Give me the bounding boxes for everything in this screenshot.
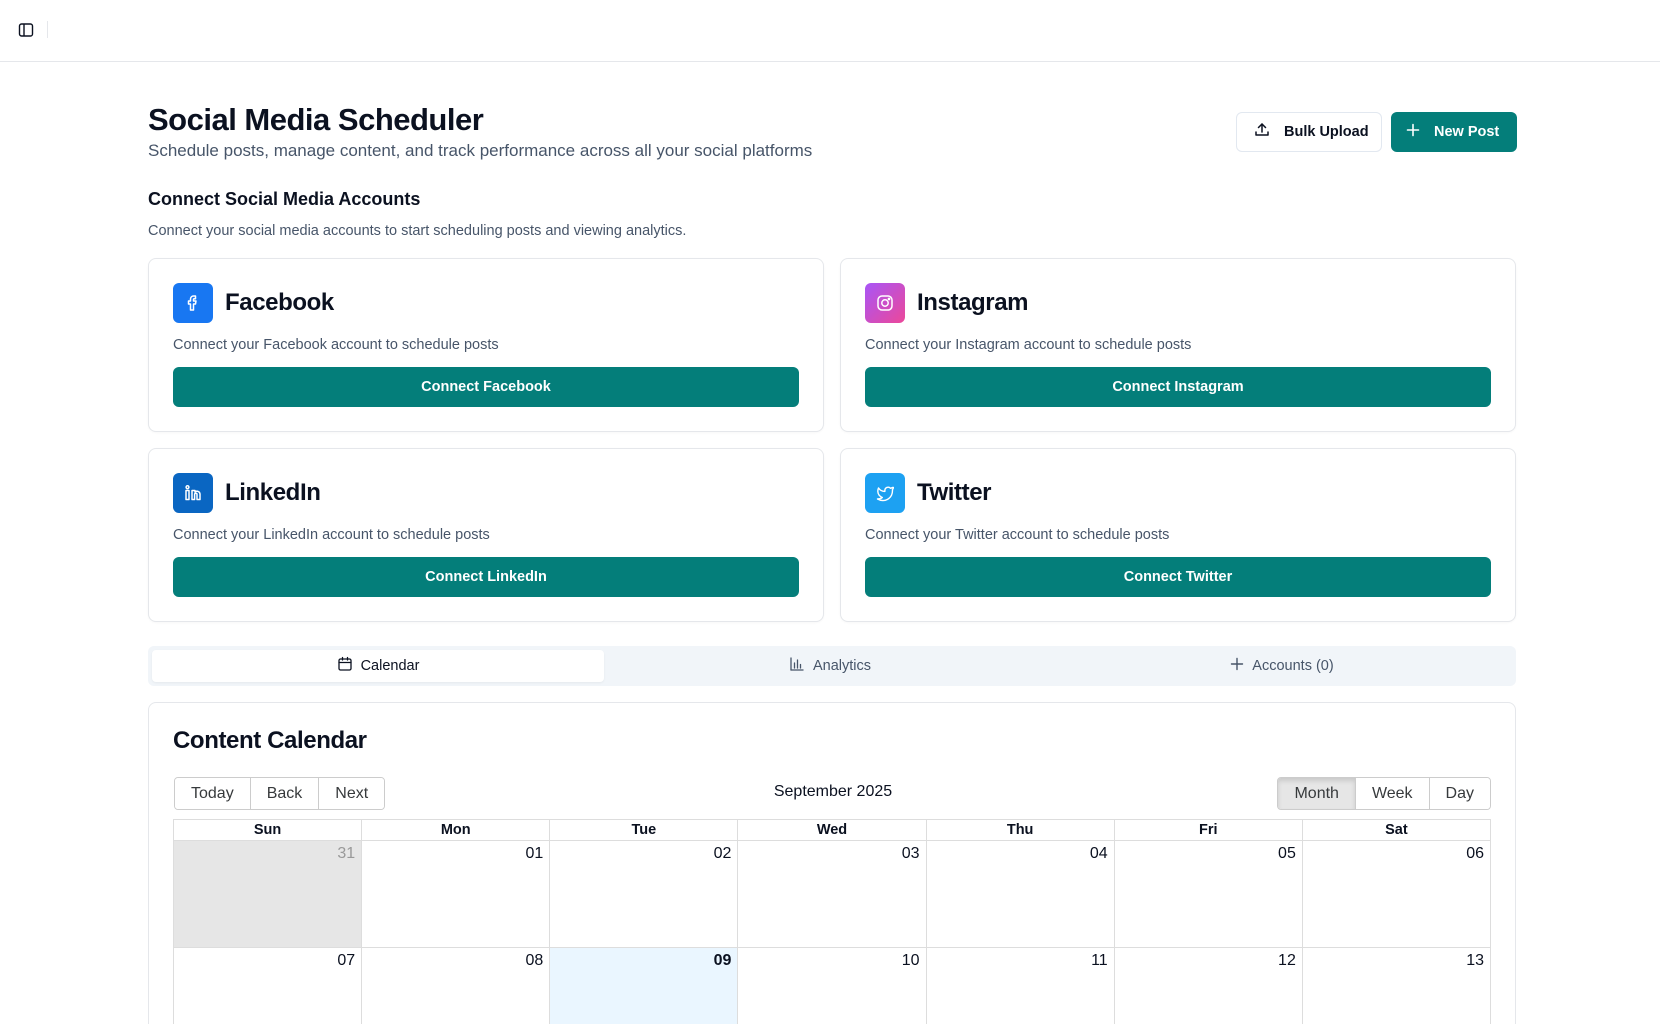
month-view-button[interactable]: Month — [1278, 778, 1356, 809]
day-number[interactable]: 06 — [1466, 845, 1484, 863]
day-number[interactable]: 13 — [1466, 952, 1484, 970]
connect-section-title: Connect Social Media Accounts — [148, 189, 421, 209]
tab-analytics[interactable]: Analytics — [604, 650, 1056, 682]
day-view-button[interactable]: Day — [1429, 778, 1490, 809]
connect-facebook-button[interactable]: Connect Facebook — [173, 367, 799, 407]
calendar-day-cell[interactable]: 06 — [1303, 841, 1490, 947]
weekday-header: Sun — [174, 820, 363, 841]
weekday-header: Thu — [926, 820, 1115, 841]
back-button[interactable]: Back — [250, 778, 320, 809]
connect-twitter-button[interactable]: Connect Twitter — [865, 557, 1491, 597]
calendar-day-cell[interactable]: 02 — [550, 841, 739, 947]
view-tabs: Calendar Analytics Accounts (0) — [148, 646, 1516, 686]
bar-chart-icon — [789, 656, 805, 676]
day-number[interactable]: 31 — [337, 845, 355, 863]
week-view-button[interactable]: Week — [1355, 778, 1430, 809]
day-number[interactable]: 01 — [525, 845, 543, 863]
calendar-day-cell[interactable]: 01 — [362, 841, 551, 947]
content-calendar-card: Content Calendar September 2025 Today Ba… — [148, 702, 1516, 1024]
platform-name: Facebook — [225, 289, 334, 316]
day-number[interactable]: 11 — [1091, 952, 1108, 970]
day-number[interactable]: 12 — [1278, 952, 1296, 970]
today-button[interactable]: Today — [175, 778, 251, 809]
calendar-day-cell[interactable]: 13 — [1303, 948, 1490, 1024]
calendar-day-cell[interactable]: 10 — [738, 948, 927, 1024]
day-number[interactable]: 02 — [714, 845, 732, 863]
weekday-header-row: Sun Mon Tue Wed Thu Fri Sat — [174, 820, 1490, 841]
connect-instagram-button[interactable]: Connect Instagram — [865, 367, 1491, 407]
calendar-icon — [337, 656, 353, 676]
new-post-label: New Post — [1434, 124, 1500, 140]
new-post-button[interactable]: New Post — [1391, 112, 1517, 152]
day-number[interactable]: 05 — [1278, 845, 1296, 863]
connect-section-description: Connect your social media accounts to st… — [148, 223, 687, 239]
facebook-icon — [173, 283, 213, 323]
instagram-card: Instagram Connect your Instagram account… — [840, 258, 1516, 432]
day-number[interactable]: 07 — [337, 952, 355, 970]
weekday-header: Fri — [1114, 820, 1303, 841]
tab-calendar[interactable]: Calendar — [152, 650, 604, 682]
page-subtitle: Schedule posts, manage content, and trac… — [148, 141, 813, 160]
twitter-icon — [865, 473, 905, 513]
linkedin-card: LinkedIn Connect your LinkedIn account t… — [148, 448, 824, 622]
calendar-week-row: 31 01 02 03 04 05 06 — [174, 841, 1490, 948]
platform-name: Instagram — [917, 289, 1029, 316]
bulk-upload-label: Bulk Upload — [1284, 124, 1369, 140]
day-number[interactable]: 09 — [714, 952, 732, 970]
platform-description: Connect your Twitter account to schedule… — [865, 527, 1170, 543]
day-number[interactable]: 08 — [525, 952, 543, 970]
upload-icon — [1254, 122, 1270, 142]
linkedin-icon — [173, 473, 213, 513]
calendar-day-cell[interactable]: 07 — [174, 948, 363, 1024]
top-bar — [0, 0, 1660, 62]
calendar-day-cell[interactable]: 03 — [738, 841, 927, 947]
day-number[interactable]: 10 — [902, 952, 920, 970]
calendar-title: Content Calendar — [173, 727, 367, 754]
instagram-icon — [865, 283, 905, 323]
platform-name: LinkedIn — [225, 479, 321, 506]
plus-icon — [1230, 657, 1244, 675]
weekday-header: Sat — [1302, 820, 1490, 841]
plus-icon — [1406, 123, 1420, 141]
weekday-header: Tue — [550, 820, 739, 841]
calendar-day-cell[interactable]: 31 — [174, 841, 363, 947]
platform-description: Connect your Facebook account to schedul… — [173, 337, 499, 353]
calendar-view-group: Month Week Day — [1277, 777, 1491, 810]
weekday-header: Mon — [362, 820, 551, 841]
tab-label: Calendar — [360, 658, 420, 674]
calendar-day-cell[interactable]: 04 — [927, 841, 1115, 947]
bulk-upload-button[interactable]: Bulk Upload — [1236, 112, 1382, 152]
platform-description: Connect your Instagram account to schedu… — [865, 337, 1192, 353]
calendar-day-cell[interactable]: 08 — [362, 948, 551, 1024]
facebook-card: Facebook Connect your Facebook account t… — [148, 258, 824, 432]
tab-label: Analytics — [812, 658, 872, 674]
month-grid: Sun Mon Tue Wed Thu Fri Sat 31 01 02 03 … — [173, 819, 1491, 1024]
calendar-day-cell-today[interactable]: 09 — [550, 948, 739, 1024]
calendar-nav-group: Today Back Next — [174, 777, 386, 810]
calendar-week-row: 07 08 09 10 11 12 13 — [174, 948, 1490, 1024]
connect-linkedin-button[interactable]: Connect LinkedIn — [173, 557, 799, 597]
calendar-day-cell[interactable]: 12 — [1115, 948, 1303, 1024]
day-number[interactable]: 04 — [1090, 845, 1108, 863]
twitter-card: Twitter Connect your Twitter account to … — [840, 448, 1516, 622]
calendar-day-cell[interactable]: 05 — [1115, 841, 1303, 947]
platform-description: Connect your LinkedIn account to schedul… — [173, 527, 490, 543]
toolbar-divider — [47, 21, 48, 38]
tab-accounts[interactable]: Accounts (0) — [1056, 650, 1508, 682]
sidebar-toggle-icon[interactable] — [16, 20, 36, 40]
day-number[interactable]: 03 — [902, 845, 920, 863]
weekday-header: Wed — [738, 820, 927, 841]
calendar-day-cell[interactable]: 11 — [927, 948, 1115, 1024]
page-title: Social Media Scheduler — [148, 102, 484, 137]
tab-label: Accounts (0) — [1252, 658, 1334, 674]
platform-name: Twitter — [917, 479, 992, 506]
next-button[interactable]: Next — [319, 778, 385, 809]
